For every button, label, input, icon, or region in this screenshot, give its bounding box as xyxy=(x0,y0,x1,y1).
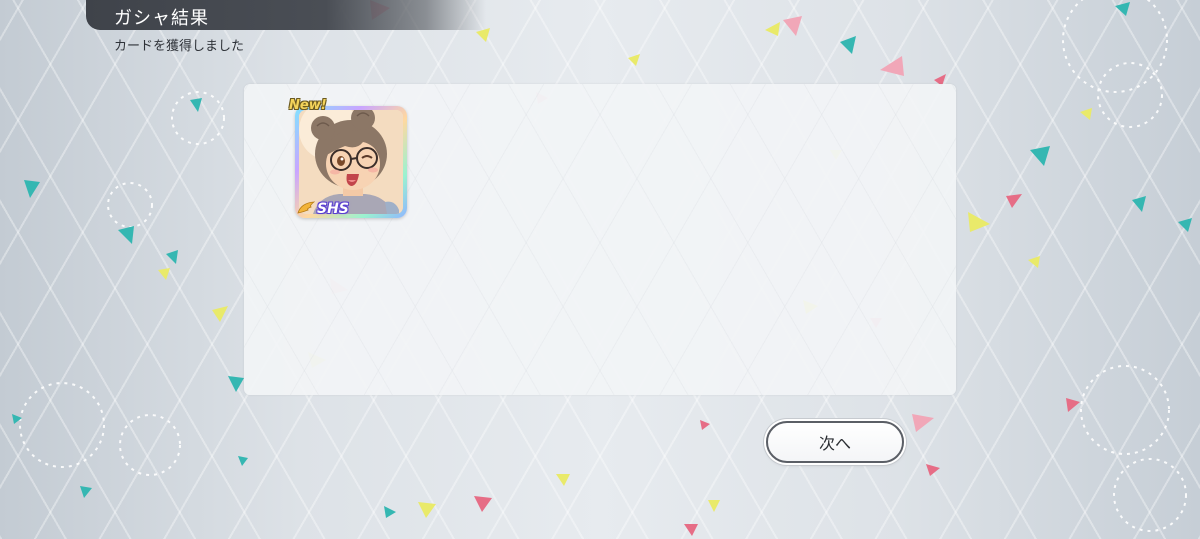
next-button-label: 次へ xyxy=(818,434,851,453)
card-thumbnail[interactable]: New! SHS xyxy=(289,98,407,218)
result-message: カードを獲得しました xyxy=(114,39,245,54)
new-badge: New! xyxy=(289,98,327,113)
result-panel: New! SHS xyxy=(244,84,956,395)
rarity-label: SHS xyxy=(317,201,349,217)
title-bar: ガシャ結果 xyxy=(86,0,486,30)
rarity-badge: SHS xyxy=(295,196,359,218)
wing-icon xyxy=(297,201,315,214)
next-button[interactable]: 次へ xyxy=(766,421,904,463)
page-title: ガシャ結果 xyxy=(114,8,209,29)
